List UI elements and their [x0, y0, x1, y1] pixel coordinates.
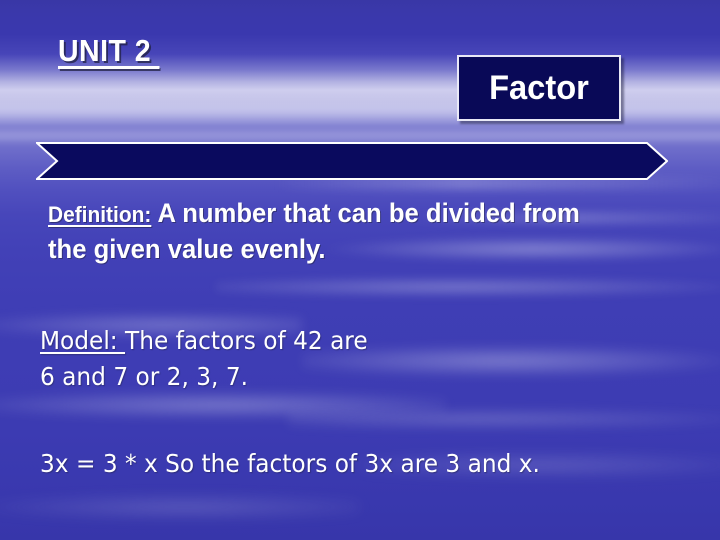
arrow-banner-shape — [36, 142, 668, 180]
arrow-banner — [36, 142, 668, 180]
model-block: Model: The factors of 42 are 6 and 7 or … — [40, 323, 617, 395]
term-title-box: Factor — [457, 55, 621, 121]
definition-label: Definition: — [48, 202, 152, 227]
definition-block: Definition: A number that can be divided… — [48, 196, 618, 267]
cloud-wisp — [0, 494, 360, 520]
arrow-banner-polygon — [36, 142, 668, 180]
unit-title: UNIT 2 — [58, 33, 160, 68]
model-line-1: The factors of 42 are — [125, 326, 368, 355]
slide-canvas: UNIT 2 Factor Definition: A number that … — [0, 0, 720, 540]
cloud-wisp — [288, 408, 720, 430]
cloud-wisp — [216, 276, 720, 298]
model-line-2: 6 and 7 or 2, 3, 7. — [40, 362, 249, 391]
model-label: Model: — [40, 326, 126, 355]
term-title-label: Factor — [489, 69, 589, 107]
expression-line: 3x = 3 * x So the factors of 3x are 3 an… — [40, 449, 540, 478]
